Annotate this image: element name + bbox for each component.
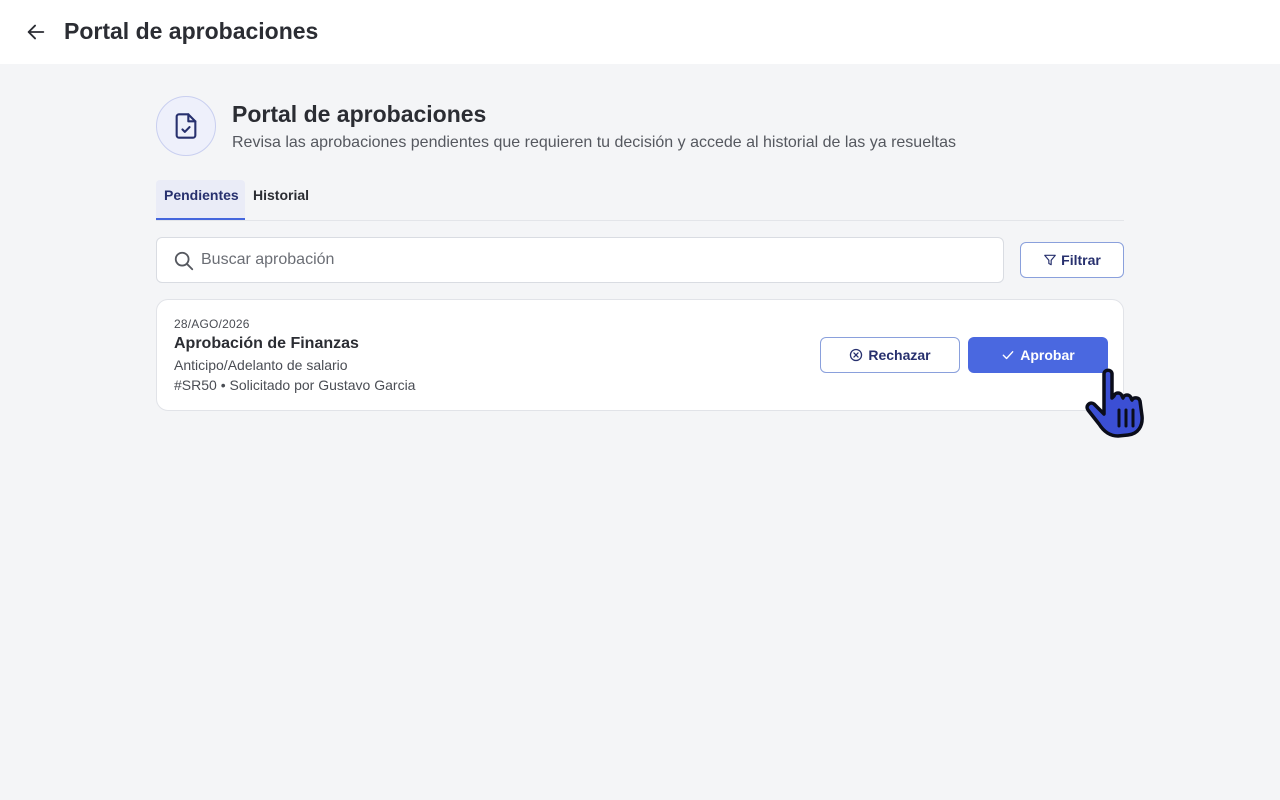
tab-pendientes[interactable]: Pendientes [156,180,245,220]
topbar-title: Portal de aprobaciones [64,18,319,44]
arrow-left-icon [27,24,45,40]
page-subtitle: Revisa las aprobaciones pendientes que r… [232,134,956,151]
x-circle-icon [850,348,863,362]
search-icon [174,251,194,271]
search-input[interactable] [201,239,991,281]
approval-card: 28/AGO/2026 Aprobación de Finanzas Antic… [156,299,1124,411]
tab-bar: Pendientes Historial [156,180,1124,221]
approval-type: Anticipo/Adelanto de salario [174,357,348,373]
approval-title: Aprobación de Finanzas [174,335,359,352]
check-icon [1002,351,1014,360]
search-box [156,237,1004,283]
tab-historial[interactable]: Historial [245,180,317,220]
filter-button[interactable]: Filtrar [1020,242,1124,278]
filter-button-label: Filtrar [1061,252,1101,268]
approve-button[interactable]: Aprobar [968,337,1108,373]
reject-button[interactable]: Rechazar [820,337,960,373]
filter-icon [1044,254,1056,266]
top-bar: Portal de aprobaciones [0,0,1280,64]
approval-date: 28/AGO/2026 [174,317,250,331]
reject-button-label: Rechazar [868,347,931,363]
hero-icon-container [156,96,216,156]
document-check-icon [175,113,197,139]
approval-meta: #SR50 • Solicitado por Gustavo Garcia [174,377,416,393]
page-title: Portal de aprobaciones [232,101,487,127]
back-button[interactable] [22,18,50,46]
approve-button-label: Aprobar [1020,347,1075,363]
